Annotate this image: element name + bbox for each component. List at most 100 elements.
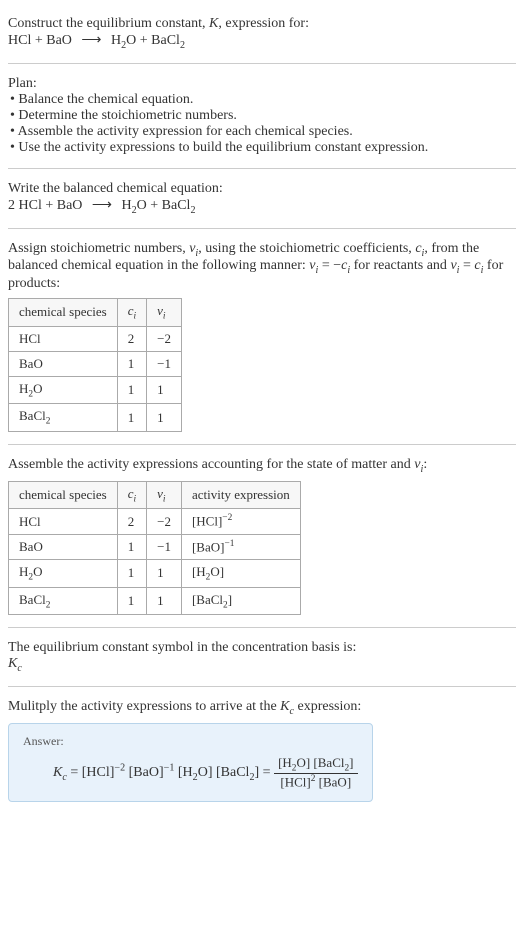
act-b: O] xyxy=(210,564,224,579)
multiply-section: Mulitply the activity expressions to arr… xyxy=(8,691,516,810)
table-row: H2O 1 1 xyxy=(9,376,182,404)
den-a: [HCl] xyxy=(280,775,310,790)
multiply-text-a: Mulitply the activity expressions to arr… xyxy=(8,699,280,714)
p1-base: [HCl] xyxy=(82,765,115,780)
cell-nu: 1 xyxy=(147,560,182,588)
sp-sub: 2 xyxy=(46,600,51,610)
act-b: ] xyxy=(228,592,232,607)
cell-species: H2O xyxy=(9,560,118,588)
col-species: chemical species xyxy=(9,299,118,327)
p3-b: O] xyxy=(198,765,213,780)
eq-lhs: HCl + BaO xyxy=(8,33,72,48)
table-header-row: chemical species ci νi xyxy=(9,299,182,327)
p4-a: [BaCl xyxy=(212,765,249,780)
Kc-K: K xyxy=(280,699,289,714)
cell-activity: [BaCl2] xyxy=(181,587,300,615)
table-row: BaCl2 1 1 xyxy=(9,404,182,432)
assign-text-b: , using the stoichiometric coefficients, xyxy=(198,241,415,256)
cell-c: 1 xyxy=(117,404,146,432)
answer-label: Answer: xyxy=(23,734,358,749)
assign-text-d: for reactants and xyxy=(350,258,450,273)
assign: Assign stoichiometric numbers, νi , using… xyxy=(8,233,516,440)
divider xyxy=(8,444,516,445)
divider xyxy=(8,228,516,229)
cell-c: 1 xyxy=(117,376,146,404)
symbol-section: The equilibrium constant symbol in the c… xyxy=(8,632,516,682)
act-base: [BaO] xyxy=(192,539,225,554)
col-nu: νi xyxy=(147,481,182,509)
eq-rhs-a: H xyxy=(111,33,121,48)
den-b: [BaO] xyxy=(315,775,351,790)
symbol-text: The equilibrium constant symbol in the c… xyxy=(8,640,516,656)
prompt-text-b: , expression for: xyxy=(218,16,309,31)
cell-nu: 1 xyxy=(147,376,182,404)
table-row: BaO 1 −1 xyxy=(9,351,182,376)
cell-nu: −1 xyxy=(147,534,182,559)
table-row: H2O 1 1 [H2O] xyxy=(9,560,301,588)
eq-minus: = − xyxy=(318,258,341,273)
table-row: BaCl2 1 1 [BaCl2] xyxy=(9,587,301,615)
sp-a: BaCl xyxy=(19,592,46,607)
cell-activity: [H2O] xyxy=(181,560,300,588)
cell-species: BaO xyxy=(9,534,118,559)
Kc-sub: c xyxy=(17,663,21,674)
plan-title: Plan: xyxy=(8,76,516,92)
denominator: [HCl]2 [BaO] xyxy=(274,774,357,790)
reaction-arrow: ⟶ xyxy=(86,198,118,213)
answer-expression: Kc = [HCl]−2 [BaO]−1 [H2O] [BaCl2] = [H2… xyxy=(23,755,358,791)
act-exp: −1 xyxy=(224,539,234,549)
sub-2b: 2 xyxy=(180,40,185,51)
plan-list: Balance the chemical equation. Determine… xyxy=(8,92,516,156)
bal-lhs: 2 HCl + BaO xyxy=(8,198,82,213)
balanced-equation: 2 HCl + BaO ⟶ H2O + BaCl2 xyxy=(8,198,196,213)
cell-nu: −2 xyxy=(147,326,182,351)
cell-species: BaO xyxy=(9,351,118,376)
Kc-K: K xyxy=(8,656,17,671)
act-a: [H xyxy=(192,564,206,579)
cell-activity: [BaO]−1 xyxy=(181,534,300,559)
cell-activity: [HCl]−2 xyxy=(181,509,300,534)
fraction: [H2O] [BaCl2] [HCl]2 [BaO] xyxy=(274,755,357,791)
prompt-text-a: Construct the equilibrium constant, xyxy=(8,16,209,31)
answer-box: Answer: Kc = [HCl]−2 [BaO]−1 [H2O] [BaCl… xyxy=(8,723,373,802)
p2-exp: −1 xyxy=(164,762,175,773)
numerator: [H2O] [BaCl2] xyxy=(274,755,357,775)
cell-species: HCl xyxy=(9,509,118,534)
p3-a: [H xyxy=(174,765,192,780)
col-activity: activity expression xyxy=(181,481,300,509)
cell-nu: 1 xyxy=(147,587,182,615)
table-row: HCl 2 −2 [HCl]−2 xyxy=(9,509,301,534)
plan-item: Use the activity expressions to build th… xyxy=(10,140,516,156)
cell-nu: −1 xyxy=(147,351,182,376)
cell-species: BaCl2 xyxy=(9,587,118,615)
plan: Plan: Balance the chemical equation. Det… xyxy=(8,68,516,164)
activity-table: chemical species ci νi activity expressi… xyxy=(8,481,301,615)
col-c: ci xyxy=(117,481,146,509)
reaction-arrow: ⟶ xyxy=(75,33,107,48)
cell-c: 1 xyxy=(117,534,146,559)
stoich-table: chemical species ci νi HCl 2 −2 BaO 1 −1… xyxy=(8,298,182,432)
bal-rhs-b: O + BaCl xyxy=(137,198,191,213)
sub-i: i xyxy=(163,312,166,322)
eq: = xyxy=(459,258,474,273)
unbalanced-equation: HCl + BaO ⟶ H2O + BaCl2 xyxy=(8,33,185,48)
num-b: O] [BaCl xyxy=(296,755,344,770)
K-symbol: K xyxy=(209,16,218,31)
sp-sub: 2 xyxy=(46,417,51,427)
sub-i: i xyxy=(134,494,137,504)
plan-item: Balance the chemical equation. xyxy=(10,92,516,108)
sp-b: O xyxy=(33,564,42,579)
sp-a: BaCl xyxy=(19,408,46,423)
balanced-title: Write the balanced chemical equation: xyxy=(8,181,516,197)
sp-b: O xyxy=(33,381,42,396)
assign-text-a: Assign stoichiometric numbers, xyxy=(8,241,189,256)
act-exp: −2 xyxy=(222,513,232,523)
eq: = xyxy=(67,765,82,780)
p1-exp: −2 xyxy=(114,762,125,773)
sub-i: i xyxy=(134,312,137,322)
table-header-row: chemical species ci νi activity expressi… xyxy=(9,481,301,509)
prompt: Construct the equilibrium constant, K, e… xyxy=(8,8,516,59)
cell-c: 1 xyxy=(117,587,146,615)
cell-species: H2O xyxy=(9,376,118,404)
col-nu: νi xyxy=(147,299,182,327)
